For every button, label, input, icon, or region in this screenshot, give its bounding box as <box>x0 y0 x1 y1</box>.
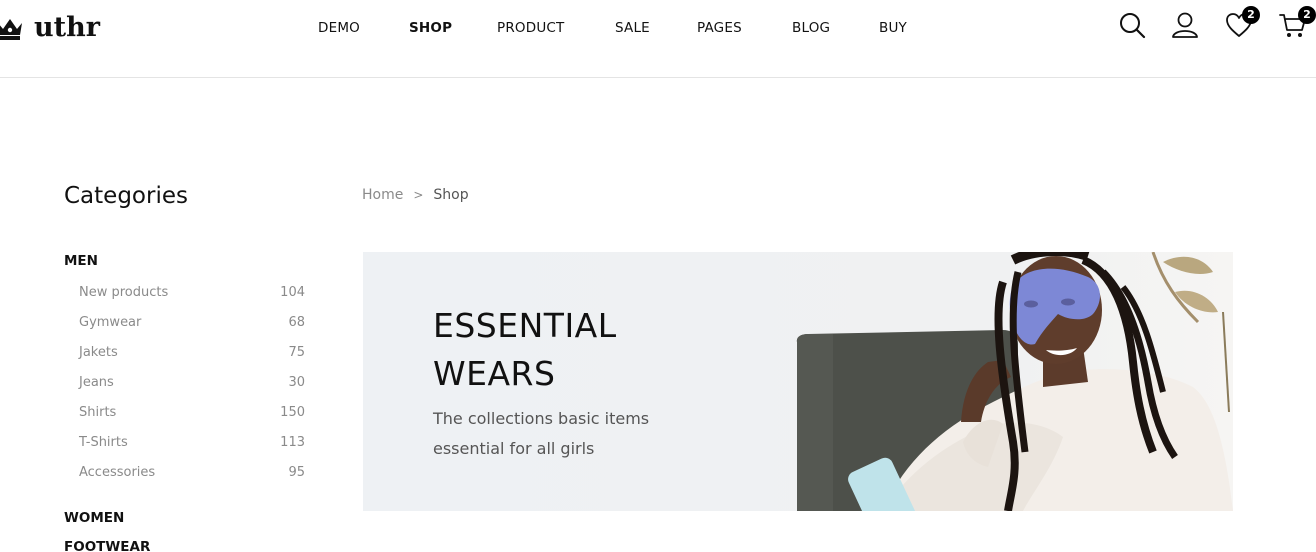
logo-text: uthr <box>34 12 100 43</box>
nav-pages[interactable]: PAGES <box>697 18 742 38</box>
wishlist-count-badge: 2 <box>1242 6 1260 24</box>
category-item-count: 68 <box>288 315 305 330</box>
category-item-count: 104 <box>280 285 305 300</box>
account-button[interactable] <box>1170 10 1200 40</box>
logo[interactable]: uthr <box>0 12 100 44</box>
banner-subtitle: The collections basic items essential fo… <box>433 404 693 464</box>
crown-icon <box>0 19 22 40</box>
cart-count-badge: 2 <box>1298 6 1316 24</box>
nav-shop[interactable]: SHOP <box>409 18 452 38</box>
banner-subtitle-line: essential for all girls <box>433 439 595 458</box>
category-item-name: Accessories <box>79 465 156 480</box>
nav-product[interactable]: PRODUCT <box>497 18 565 38</box>
search-icon <box>1120 13 1146 39</box>
category-item-count: 30 <box>288 375 305 390</box>
category-item-name: T-Shirts <box>79 435 128 450</box>
nav-demo[interactable]: DEMO <box>318 18 360 38</box>
chevron-right-icon: > <box>413 188 424 202</box>
banner-title-line: ESSENTIAL <box>433 306 617 345</box>
nav-buy[interactable]: BUY <box>879 18 907 38</box>
banner-title-line: WEARS <box>433 354 556 393</box>
category-group-women[interactable]: WOMEN <box>64 509 124 527</box>
category-group-men[interactable]: MEN <box>64 252 98 270</box>
user-icon <box>1172 12 1198 38</box>
banner-title: ESSENTIAL WEARS <box>433 302 793 398</box>
category-item-name: New products <box>79 285 169 300</box>
breadcrumb-current: Shop <box>433 187 469 203</box>
breadcrumb: Home > Shop <box>362 185 469 205</box>
category-item-name: Jeans <box>79 375 114 390</box>
search-button[interactable] <box>1117 10 1147 40</box>
category-item-count: 75 <box>288 345 305 360</box>
category-item[interactable]: Accessories 95 <box>79 463 305 483</box>
nav-blog[interactable]: BLOG <box>792 18 830 38</box>
category-item-count: 113 <box>280 435 305 450</box>
wishlist-button[interactable]: 2 <box>1224 6 1260 40</box>
hero-banner[interactable]: ESSENTIAL WEARS The collections basic it… <box>363 252 1233 511</box>
category-item-name: Gymwear <box>79 315 142 330</box>
nav-sale[interactable]: SALE <box>615 18 650 38</box>
category-item-count: 150 <box>280 405 305 420</box>
categories-title: Categories <box>64 183 188 209</box>
category-item-name: Shirts <box>79 405 117 420</box>
category-item[interactable]: Gymwear 68 <box>79 313 305 333</box>
category-item[interactable]: New products 104 <box>79 283 305 303</box>
category-item-count: 95 <box>288 465 305 480</box>
category-item[interactable]: Jeans 30 <box>79 373 305 393</box>
cart-button[interactable]: 2 <box>1278 6 1316 40</box>
category-group-footwear[interactable]: FOOTWEAR <box>64 538 150 552</box>
category-item[interactable]: Jakets 75 <box>79 343 305 363</box>
site-header: uthr DEMO SHOP PRODUCT SALE PAGES BLOG B… <box>0 0 1316 78</box>
category-item[interactable]: Shirts 150 <box>79 403 305 423</box>
breadcrumb-home-link[interactable]: Home <box>362 187 403 203</box>
category-item[interactable]: T-Shirts 113 <box>79 433 305 453</box>
category-item-name: Jakets <box>79 345 118 360</box>
banner-subtitle-line: The collections basic items <box>433 409 650 428</box>
